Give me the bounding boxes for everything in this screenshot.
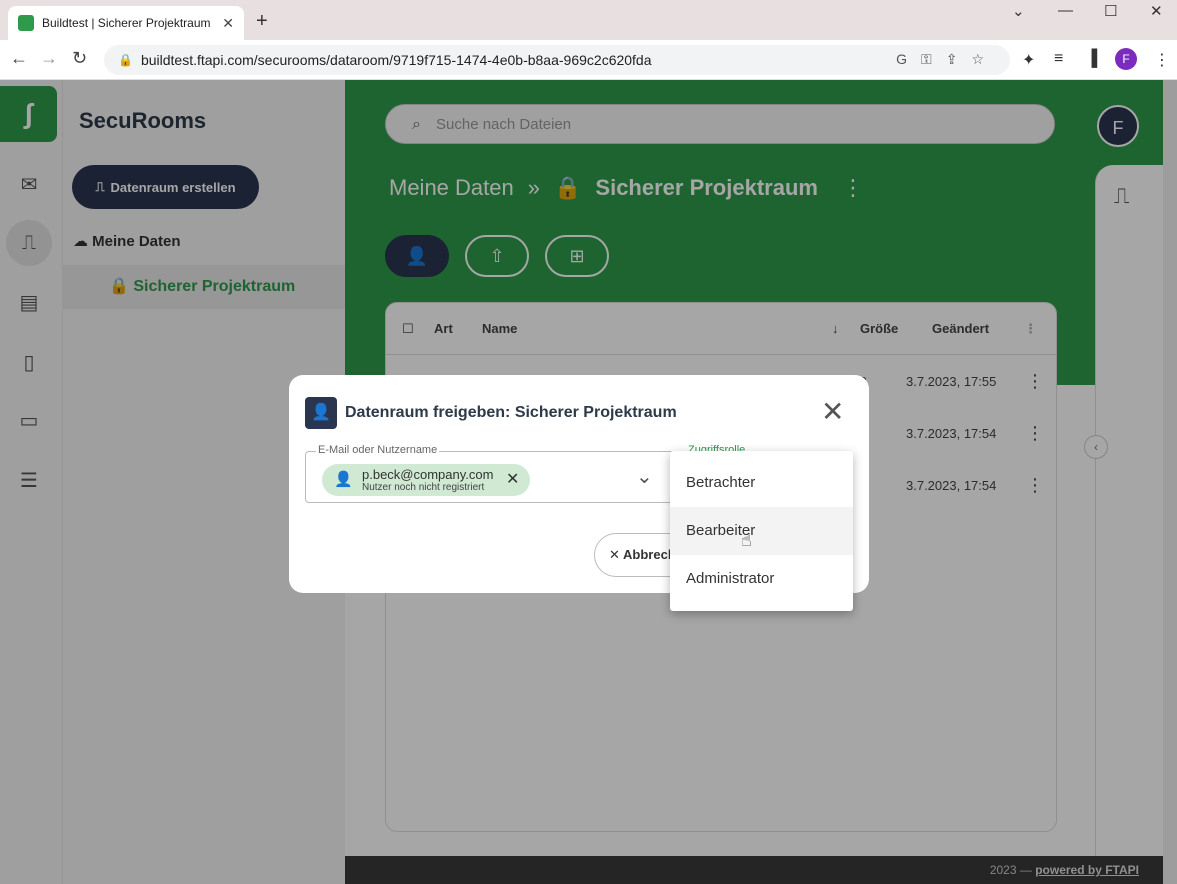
user-chip[interactable]: 👤 p.beck@company.com Nutzer noch nicht r… (322, 464, 530, 496)
dialog-title: Datenraum freigeben: Sicherer Projektrau… (345, 404, 677, 421)
google-icon: G (896, 51, 922, 67)
app: ʃ ✉ ⎍ ▤ ▯ ▭ ☰ SecuRooms ⎍ Datenraum erst… (0, 80, 1177, 884)
share-user-icon: 👤 (305, 397, 337, 429)
new-tab-icon[interactable]: + (256, 10, 268, 33)
browser-tab[interactable]: Buildtest | Sicherer Projektraum ✕ (8, 6, 244, 40)
address-bar[interactable]: 🔒 buildtest.ftapi.com/securooms/dataroom… (104, 45, 1010, 75)
browser-toolbar: ← → ↻ 🔒 buildtest.ftapi.com/securooms/da… (0, 40, 1177, 80)
role-option-bearbeiter[interactable]: Bearbeiter (670, 507, 853, 555)
lock-icon: 🔒 (118, 53, 133, 67)
window-close-icon[interactable]: ✕ (1150, 2, 1163, 20)
side-panel-icon[interactable]: ▐ (1086, 50, 1097, 68)
add-user-icon: 👤 (334, 471, 353, 488)
reading-list-icon[interactable]: ≡ (1054, 50, 1063, 68)
email-field-label: E-Mail oder Nutzername (316, 444, 440, 456)
hand-cursor-icon: ☝ (741, 530, 752, 550)
share-icon: ⇪ (945, 51, 972, 67)
tab-search-icon[interactable]: ⌄ (1012, 2, 1025, 20)
extensions-icon[interactable]: ✦ (1022, 50, 1035, 70)
menu-icon[interactable]: ⋮ (1154, 50, 1170, 70)
minimize-icon[interactable]: — (1058, 2, 1073, 19)
close-tab-icon[interactable]: ✕ (222, 15, 234, 32)
role-dropdown-menu: Betrachter Bearbeiter Administrator (670, 451, 853, 611)
browser-tabbar: Buildtest | Sicherer Projektraum ✕ + ⌄ —… (0, 0, 1177, 40)
remove-chip-icon[interactable]: ✕ (506, 469, 519, 489)
key-icon: ⚿ (921, 51, 946, 67)
role-option-administrator[interactable]: Administrator (670, 555, 853, 603)
role-option-betrachter[interactable]: Betrachter (670, 459, 853, 507)
profile-avatar[interactable]: F (1115, 48, 1137, 70)
close-icon: ✕ (609, 547, 624, 562)
tab-title: Buildtest | Sicherer Projektraum (42, 16, 211, 30)
star-icon: ☆ (971, 51, 998, 67)
reload-icon[interactable]: ↻ (72, 48, 87, 69)
omnibox-icons[interactable]: G⚿⇪☆ (896, 51, 998, 68)
chevron-down-icon[interactable]: ⌄ (636, 464, 653, 489)
back-icon[interactable]: ← (10, 48, 28, 69)
favicon-icon (18, 15, 34, 31)
chip-email: p.beck@company.com (362, 467, 494, 482)
forward-icon[interactable]: → (40, 48, 58, 69)
close-icon[interactable]: ✕ (821, 397, 844, 427)
chip-status: Nutzer noch nicht registriert (362, 482, 485, 493)
maximize-icon[interactable]: ☐ (1104, 2, 1117, 20)
url-text: buildtest.ftapi.com/securooms/dataroom/9… (140, 52, 652, 68)
